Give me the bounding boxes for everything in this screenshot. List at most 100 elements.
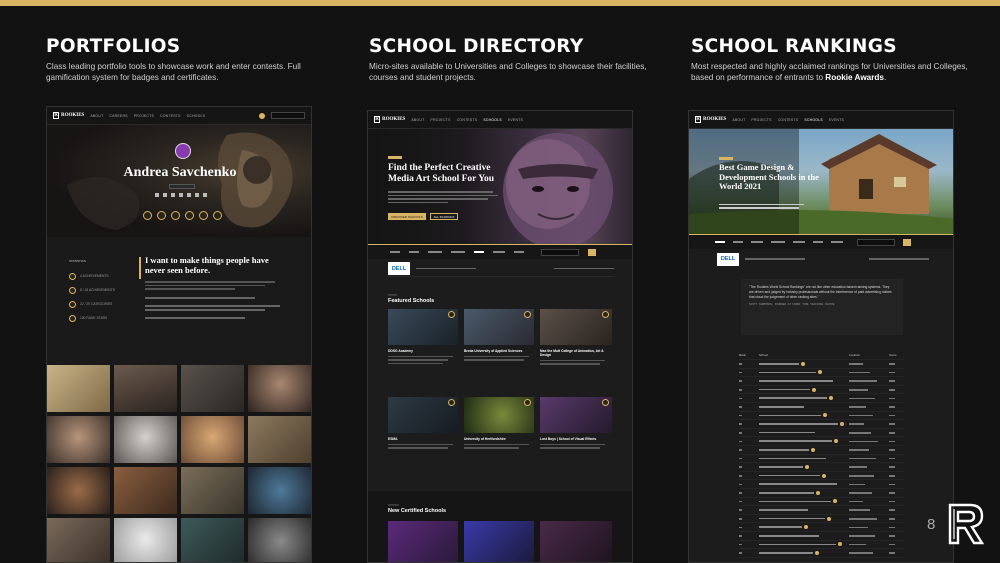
school-card[interactable]: Lost Boys | School of Visual Effects	[540, 397, 612, 477]
table-row[interactable]	[739, 523, 905, 532]
table-row[interactable]	[739, 541, 905, 550]
social-icon[interactable]	[203, 193, 207, 197]
award-badge-icon[interactable]	[143, 211, 152, 220]
social-icon[interactable]	[171, 193, 175, 197]
social-icon[interactable]	[155, 193, 159, 197]
school-card[interactable]: Max the Mutt College of Animation, Art &…	[540, 309, 612, 389]
social-icon[interactable]	[179, 193, 183, 197]
rookies-logo[interactable]: R ROOKIES	[374, 116, 405, 123]
award-badge-icon[interactable]	[199, 211, 208, 220]
nav-link[interactable]: SCHOOLS	[804, 118, 823, 122]
gallery-thumb[interactable]	[248, 365, 311, 412]
gallery-thumb[interactable]	[47, 518, 110, 562]
nav-link[interactable]: PROJECTS	[751, 118, 771, 122]
school-image[interactable]	[388, 521, 458, 562]
gallery-thumb[interactable]	[114, 416, 177, 463]
filter-tab[interactable]	[831, 241, 843, 243]
filter-tab[interactable]	[474, 251, 484, 253]
table-row[interactable]	[739, 498, 905, 507]
filter-tab[interactable]	[493, 251, 505, 253]
search-input[interactable]	[271, 112, 305, 119]
table-row[interactable]	[739, 549, 905, 558]
table-row[interactable]	[739, 412, 905, 421]
filter-tab[interactable]	[428, 251, 442, 253]
filter-tab[interactable]	[451, 251, 465, 253]
table-row[interactable]	[739, 403, 905, 412]
nav-link[interactable]: CONTESTS	[778, 118, 799, 122]
gold-badge-icon[interactable]	[259, 112, 265, 119]
nav-link[interactable]: EVENTS	[508, 118, 523, 122]
table-row[interactable]	[739, 420, 905, 429]
award-badge-icon[interactable]	[213, 211, 222, 220]
gallery-thumb[interactable]	[47, 416, 110, 463]
gallery-thumb[interactable]	[114, 467, 177, 514]
nav-link[interactable]: CONTESTS	[457, 118, 478, 122]
school-card[interactable]: ESMA	[388, 397, 458, 477]
filter-tab[interactable]	[390, 251, 400, 253]
table-row[interactable]	[739, 472, 905, 481]
filter-tab[interactable]	[813, 241, 823, 243]
nav-link[interactable]: ABOUT	[732, 118, 745, 122]
filter-tab[interactable]	[771, 241, 785, 243]
gallery-thumb[interactable]	[114, 518, 177, 562]
table-row[interactable]	[739, 377, 905, 386]
filter-tab[interactable]	[751, 241, 763, 243]
gallery-thumb[interactable]	[181, 518, 244, 562]
social-icon[interactable]	[163, 193, 167, 197]
dell-logo[interactable]: DELL	[388, 262, 410, 275]
search-input[interactable]	[541, 248, 579, 256]
nav-link[interactable]: SCHOOLS	[483, 118, 502, 122]
gallery-thumb[interactable]	[248, 518, 311, 562]
table-row[interactable]	[739, 532, 905, 541]
gallery-thumb[interactable]	[47, 365, 110, 412]
table-row[interactable]	[739, 394, 905, 403]
all-schools-button[interactable]: ALL SCHOOLS	[430, 213, 458, 220]
social-icon[interactable]	[195, 193, 199, 197]
filter-tab[interactable]	[715, 241, 725, 243]
gallery-thumb[interactable]	[114, 365, 177, 412]
table-row[interactable]	[739, 480, 905, 489]
nav-link[interactable]: SCHOOLS	[187, 114, 206, 118]
nav-link[interactable]: PROJECTS	[134, 114, 154, 118]
gallery-thumb[interactable]	[248, 467, 311, 514]
table-row[interactable]	[739, 489, 905, 498]
dell-logo[interactable]: DELL	[717, 252, 739, 266]
table-row[interactable]	[739, 369, 905, 378]
award-badge-icon[interactable]	[171, 211, 180, 220]
nav-link[interactable]: ABOUT	[411, 118, 424, 122]
table-row[interactable]	[739, 429, 905, 438]
gallery-thumb[interactable]	[181, 467, 244, 514]
nav-link[interactable]: CAREERS	[109, 114, 127, 118]
award-badge-icon[interactable]	[185, 211, 194, 220]
search-input[interactable]	[857, 238, 895, 246]
filter-tab[interactable]	[514, 251, 524, 253]
school-card[interactable]: University of Hertfordshire	[464, 397, 534, 477]
search-button[interactable]	[903, 238, 911, 246]
nav-link[interactable]: PROJECTS	[430, 118, 450, 122]
social-icon[interactable]	[187, 193, 191, 197]
table-row[interactable]	[739, 506, 905, 515]
school-card[interactable]: Breda University of Applied Sciences	[464, 309, 534, 389]
nav-link[interactable]: CONTESTS	[160, 114, 181, 118]
filter-tab[interactable]	[793, 241, 805, 243]
school-image[interactable]	[540, 521, 612, 562]
table-row[interactable]	[739, 360, 905, 369]
school-image[interactable]	[464, 521, 534, 562]
discover-schools-button[interactable]: DISCOVER SCHOOLS	[388, 213, 426, 220]
table-row[interactable]	[739, 386, 905, 395]
nav-link[interactable]: EVENTS	[829, 118, 844, 122]
gallery-thumb[interactable]	[181, 365, 244, 412]
filter-tab[interactable]	[409, 251, 419, 253]
filter-tab[interactable]	[733, 241, 743, 243]
rookies-logo[interactable]: R ROOKIES	[53, 112, 84, 119]
gallery-thumb[interactable]	[248, 416, 311, 463]
nav-link[interactable]: ABOUT	[90, 114, 103, 118]
table-row[interactable]	[739, 455, 905, 464]
school-card[interactable]: DDSG Academy	[388, 309, 458, 389]
gallery-thumb[interactable]	[47, 467, 110, 514]
search-button[interactable]	[588, 248, 596, 256]
award-badge-icon[interactable]	[157, 211, 166, 220]
table-row[interactable]	[739, 515, 905, 524]
rookies-logo[interactable]: R ROOKIES	[695, 116, 726, 123]
table-row[interactable]	[739, 437, 905, 446]
